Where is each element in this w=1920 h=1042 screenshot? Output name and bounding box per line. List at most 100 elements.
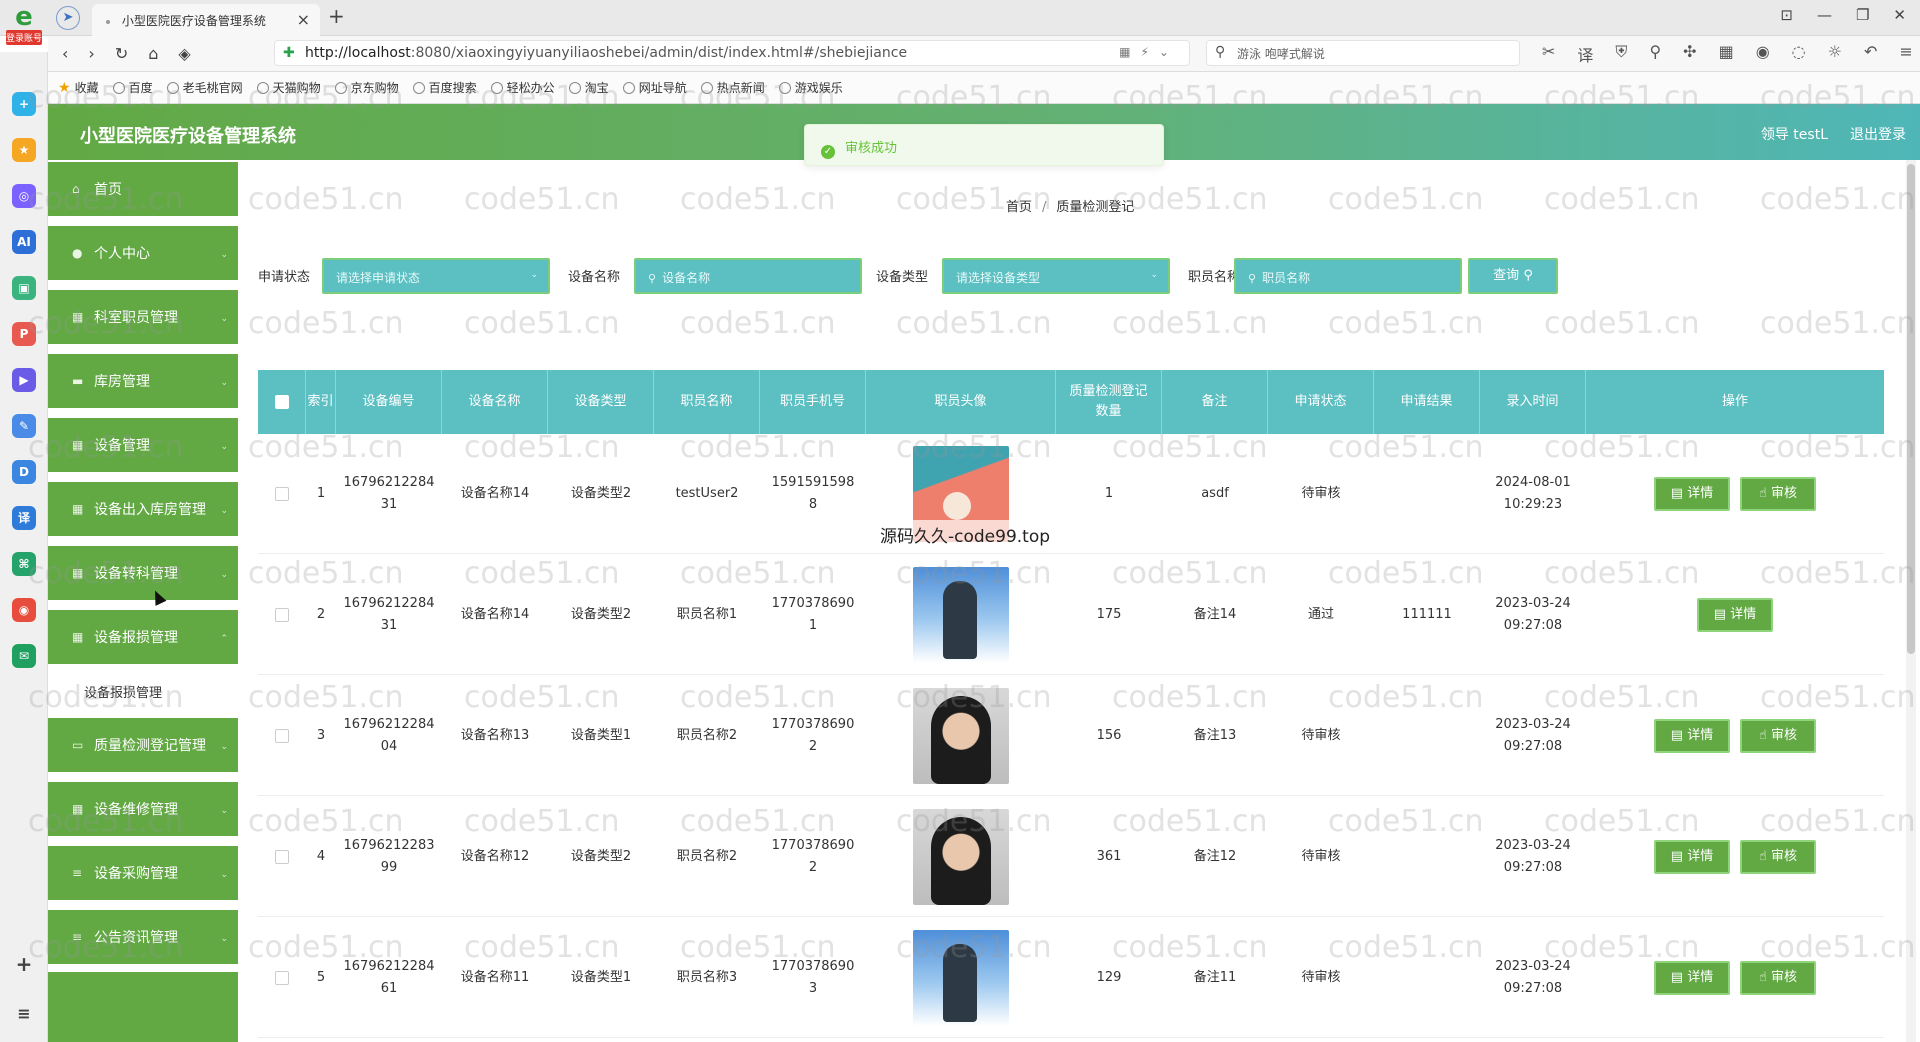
- sidebar-item-warehouse[interactable]: ▬ 库房管理 ⌄: [48, 354, 238, 410]
- sidebar-item-device-inout[interactable]: ▦ 设备出入库房管理 ⌄: [48, 482, 238, 538]
- bookmark-item[interactable]: 京东购物: [334, 80, 399, 95]
- menu-icon[interactable]: ≡: [1899, 42, 1912, 66]
- video-icon[interactable]: ▶: [12, 368, 36, 392]
- audit-button[interactable]: ☝ 审核: [1740, 477, 1816, 511]
- submenu-item-device-damage[interactable]: 设备报损管理: [48, 674, 238, 714]
- row-checkbox[interactable]: [275, 729, 289, 743]
- scrollbar-thumb[interactable]: [1907, 164, 1915, 654]
- sidebar-item-home[interactable]: ⌂ 首页: [48, 162, 238, 218]
- pdf-icon[interactable]: P: [12, 322, 36, 346]
- breadcrumb-home[interactable]: 首页: [1006, 200, 1032, 215]
- image-app-icon[interactable]: ▣: [12, 276, 36, 300]
- sidebar-item-device-damage[interactable]: ▦ 设备报损管理 ⌃: [48, 610, 238, 666]
- translate-app-icon[interactable]: 译: [12, 506, 36, 530]
- bookmark-item[interactable]: 游戏娱乐: [778, 80, 843, 95]
- home-icon[interactable]: ⌂: [148, 44, 158, 63]
- navigation-icon[interactable]: ➤: [56, 6, 80, 30]
- new-tab-button[interactable]: +: [328, 4, 345, 28]
- sidebar-item-device-repair[interactable]: ▦ 设备维修管理 ⌄: [48, 782, 238, 838]
- browser-search-input[interactable]: ⚲ 游泳 咆哮式解说: [1206, 40, 1520, 66]
- weibo-icon[interactable]: ◉: [12, 598, 36, 622]
- select-all-cell: [258, 370, 306, 434]
- translate-icon[interactable]: 译: [1577, 42, 1593, 66]
- bookmark-item[interactable]: 天猫购物: [256, 80, 321, 95]
- device-type-select[interactable]: 请选择设备类型 ⌄: [942, 258, 1170, 294]
- minimize-icon[interactable]: —: [1817, 6, 1832, 24]
- login-account-badge[interactable]: 登录账号: [6, 30, 42, 45]
- list-icon: ≡: [72, 866, 83, 880]
- row-checkbox[interactable]: [275, 850, 289, 864]
- mail-icon[interactable]: ✉: [12, 644, 36, 668]
- row-checkbox[interactable]: [275, 487, 289, 501]
- doc-icon[interactable]: D: [12, 460, 36, 484]
- reload-icon[interactable]: ↻: [115, 44, 128, 63]
- status-select[interactable]: 请选择申请状态 ⌄: [322, 258, 550, 294]
- star-app-icon[interactable]: ★: [12, 138, 36, 162]
- sidebar-item-device-transfer[interactable]: ▦ 设备转科管理 ⌄: [48, 546, 238, 602]
- close-window-icon[interactable]: ✕: [1893, 6, 1906, 24]
- audit-button[interactable]: ☝ 审核: [1740, 840, 1816, 874]
- query-button[interactable]: 查询 ⚲: [1468, 258, 1558, 294]
- ai-app-icon[interactable]: ◎: [12, 184, 36, 208]
- detail-button[interactable]: ▤ 详情: [1654, 840, 1730, 874]
- ai-chat-icon[interactable]: AI: [12, 230, 36, 254]
- bookmark-item[interactable]: 网址导航: [622, 80, 687, 95]
- plus-app-icon[interactable]: +: [12, 92, 36, 116]
- notes-icon[interactable]: ✎: [12, 414, 36, 438]
- bookmark-item[interactable]: 热点新闻: [700, 80, 765, 95]
- avatar-cell: [866, 797, 1056, 917]
- apps-icon[interactable]: ▦: [1719, 42, 1734, 66]
- restore-icon[interactable]: ❐: [1856, 6, 1869, 24]
- tab-close-icon[interactable]: ×: [297, 10, 310, 29]
- sidebar-item-announcement[interactable]: ≡ 公告资讯管理 ⌄: [48, 910, 238, 966]
- detail-button[interactable]: ▤ 详情: [1654, 961, 1730, 995]
- bookmark-item[interactable]: 淘宝: [568, 80, 609, 95]
- select-all-checkbox[interactable]: [274, 395, 289, 409]
- current-user[interactable]: 领导 testL: [1761, 124, 1828, 144]
- url-action-icons[interactable]: ▦⚡⌄: [1119, 45, 1179, 59]
- sidebar-item-quality-check[interactable]: ▭ 质量检测登记管理 ⌄: [48, 718, 238, 774]
- puzzle-icon[interactable]: ✣: [1683, 42, 1696, 66]
- bookmark-item[interactable]: 轻松办公: [490, 80, 555, 95]
- url-input[interactable]: ✚ http://localhost:8080/xiaoxingyiyuanyi…: [274, 40, 1190, 66]
- site-icon: [700, 81, 713, 94]
- edge-icon[interactable]: ◌: [1792, 42, 1806, 66]
- sidebar-item-personal-center[interactable]: ● 个人中心 ⌄: [48, 226, 238, 282]
- sun-icon[interactable]: ☼: [1828, 42, 1842, 66]
- search-icon: ⚲: [1523, 268, 1533, 283]
- detail-button[interactable]: ▤ 详情: [1654, 719, 1730, 753]
- undo-icon[interactable]: ↶: [1864, 42, 1877, 66]
- bookmark-item[interactable]: 百度搜索: [412, 80, 477, 95]
- forward-icon[interactable]: ›: [88, 44, 94, 63]
- audit-button[interactable]: ☝ 审核: [1740, 961, 1816, 995]
- audit-button[interactable]: ☝ 审核: [1740, 719, 1816, 753]
- bookmark-item[interactable]: 老毛桃官网: [166, 80, 243, 95]
- row-checkbox[interactable]: [275, 608, 289, 622]
- pin-icon[interactable]: ⊡: [1780, 6, 1793, 24]
- page-scrollbar[interactable]: [1906, 160, 1916, 1042]
- add-icon[interactable]: +: [12, 952, 36, 976]
- scissors-icon[interactable]: ✂: [1542, 42, 1555, 66]
- bookmark-item[interactable]: ★ 收藏: [58, 80, 99, 96]
- bookmark-item[interactable]: 百度: [112, 80, 153, 95]
- shield-icon[interactable]: ⛨: [1615, 42, 1627, 66]
- logout-button[interactable]: 退出登录: [1850, 124, 1906, 144]
- search-icon: ⚲: [1215, 44, 1226, 60]
- ai-icon[interactable]: ◈: [178, 44, 190, 63]
- device-name-input[interactable]: ⚲ 设备名称: [634, 258, 862, 294]
- back-icon[interactable]: ‹: [62, 44, 68, 63]
- browser-logo[interactable]: e 登录账号: [6, 4, 42, 52]
- map-app-icon[interactable]: ⌘: [12, 552, 36, 576]
- list-menu-icon[interactable]: ≡: [12, 1002, 36, 1026]
- magnifier-icon[interactable]: ⚲: [1649, 42, 1661, 66]
- detail-button[interactable]: ▤ 详情: [1654, 477, 1730, 511]
- sidebar-item-device-purchase[interactable]: ≡ 设备采购管理 ⌄: [48, 846, 238, 902]
- row-checkbox[interactable]: [275, 971, 289, 985]
- chrome-icon[interactable]: ◉: [1756, 42, 1770, 66]
- staff-name-input[interactable]: ⚲ 职员名称: [1234, 258, 1462, 294]
- sidebar-item-staff[interactable]: ▦ 科室职员管理 ⌄: [48, 290, 238, 346]
- browser-tab[interactable]: 小型医院医疗设备管理系统 ×: [92, 4, 320, 36]
- detail-button[interactable]: ▤ 详情: [1697, 598, 1773, 632]
- sidebar-item-device[interactable]: ▦ 设备管理 ⌄: [48, 418, 238, 474]
- security-shield-icon[interactable]: ✚: [283, 45, 295, 61]
